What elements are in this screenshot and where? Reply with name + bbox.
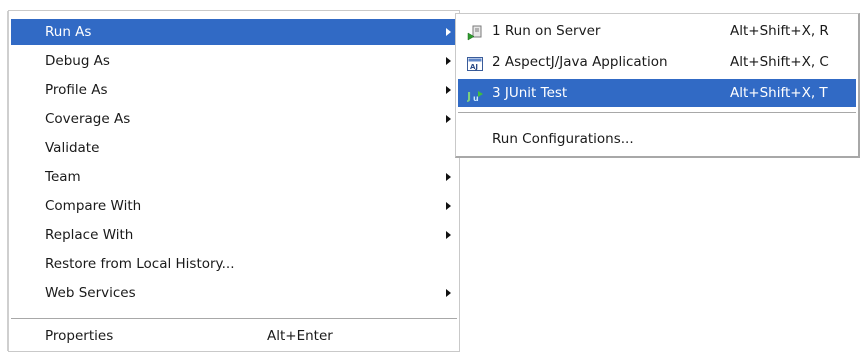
menu-item-validate[interactable]: Validate — [11, 135, 457, 161]
submenu-item-shortcut: Alt+Shift+X, T — [730, 85, 828, 101]
menu-item-shortcut: Alt+Enter — [267, 328, 333, 344]
menu-item-restore-local-history[interactable]: Restore from Local History... — [11, 251, 457, 277]
submenu-arrow-icon — [446, 86, 451, 94]
run-as-submenu: 1 Run on Server Alt+Shift+X, R AJ 2 Aspe… — [455, 13, 860, 158]
menu-item-label: Profile As — [45, 82, 108, 98]
server-run-icon — [467, 23, 483, 41]
submenu-item-label: 2 AspectJ/Java Application — [492, 54, 668, 70]
svg-text:J: J — [467, 90, 471, 103]
menu-item-properties[interactable]: Properties Alt+Enter — [11, 323, 457, 349]
aspectj-icon: AJ — [467, 54, 483, 71]
menu-left-edge — [7, 11, 9, 351]
submenu-item-label: Run Configurations... — [492, 131, 634, 147]
menu-item-label: Run As — [45, 24, 92, 40]
menu-item-replace-with[interactable]: Replace With — [11, 222, 457, 248]
menu-item-label: Coverage As — [45, 111, 131, 127]
svg-text:AJ: AJ — [470, 63, 478, 71]
menu-item-coverage-as[interactable]: Coverage As — [11, 106, 457, 132]
menu-item-label: Validate — [45, 140, 100, 156]
menu-item-web-services[interactable]: Web Services — [11, 280, 457, 306]
submenu-item-run-configurations[interactable]: Run Configurations... — [458, 125, 856, 153]
menu-item-label: Restore from Local History... — [45, 256, 235, 272]
menu-item-run-as[interactable]: Run As — [11, 19, 457, 45]
menu-item-debug-as[interactable]: Debug As — [11, 48, 457, 74]
menu-item-label: Web Services — [45, 285, 136, 301]
submenu-arrow-icon — [446, 231, 451, 239]
submenu-arrow-icon — [446, 202, 451, 210]
submenu-item-label: 3 JUnit Test — [492, 85, 568, 101]
submenu-separator — [458, 112, 856, 116]
menu-item-team[interactable]: Team — [11, 164, 457, 190]
junit-icon: J u — [466, 85, 483, 103]
context-menu: Run As Debug As Profile As Coverage As V… — [7, 10, 460, 352]
menu-item-label: Properties — [45, 328, 114, 344]
menu-item-label: Team — [45, 169, 81, 185]
submenu-item-shortcut: Alt+Shift+X, R — [730, 23, 829, 39]
submenu-item-run-on-server[interactable]: 1 Run on Server Alt+Shift+X, R — [458, 17, 856, 45]
menu-item-label: Compare With — [45, 198, 142, 214]
menu-separator — [11, 318, 457, 322]
menu-item-compare-with[interactable]: Compare With — [11, 193, 457, 219]
submenu-item-shortcut: Alt+Shift+X, C — [730, 54, 829, 70]
submenu-arrow-icon — [446, 115, 451, 123]
submenu-arrow-icon — [446, 173, 451, 181]
submenu-item-junit-test[interactable]: J u 3 JUnit Test Alt+Shift+X, T — [458, 79, 856, 107]
submenu-arrow-icon — [446, 57, 451, 65]
submenu-arrow-icon — [446, 289, 451, 297]
submenu-item-label: 1 Run on Server — [492, 23, 601, 39]
menu-item-label: Replace With — [45, 227, 134, 243]
menu-item-profile-as[interactable]: Profile As — [11, 77, 457, 103]
submenu-item-aspectj-java-application[interactable]: AJ 2 AspectJ/Java Application Alt+Shift+… — [458, 48, 856, 76]
menu-item-label: Debug As — [45, 53, 110, 69]
screen: Run As Debug As Profile As Coverage As V… — [0, 0, 863, 354]
submenu-arrow-icon — [446, 28, 451, 36]
